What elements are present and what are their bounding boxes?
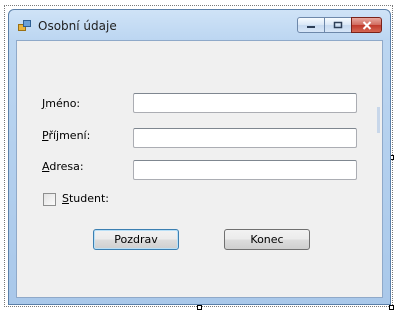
konec-button[interactable]: Konec	[224, 229, 310, 250]
label-student[interactable]: Student:	[62, 192, 109, 205]
caption-buttons	[297, 17, 382, 35]
minimize-icon	[307, 26, 315, 28]
form-icon	[18, 20, 31, 31]
label-jmeno: Jméno:	[42, 97, 80, 110]
pozdrav-button[interactable]: Pozdrav	[93, 229, 179, 250]
adresa-field[interactable]	[133, 160, 357, 180]
close-icon	[362, 20, 371, 30]
label-adresa: Adresa:	[42, 160, 84, 173]
resize-handle-corner[interactable]	[389, 305, 394, 310]
prijmeni-field[interactable]	[133, 128, 357, 148]
maximize-icon	[333, 21, 343, 29]
label-prijmeni: Příjmení:	[42, 129, 90, 142]
title-bar[interactable]: Osobní údaje	[9, 10, 390, 40]
label-prijmeni-text: říjmení:	[48, 129, 91, 142]
form-window: Osobní údaje Jméno: Příjmení: Adresa: St…	[8, 9, 391, 305]
close-button[interactable]	[351, 17, 382, 33]
label-student-text: tudent:	[68, 192, 110, 205]
label-jmeno-text: méno:	[45, 97, 81, 110]
frame-highlight	[377, 107, 380, 133]
label-adresa-text: dresa:	[49, 160, 84, 173]
jmeno-field[interactable]	[133, 93, 357, 113]
resize-handle-bottom[interactable]	[197, 305, 202, 310]
student-checkbox[interactable]	[43, 193, 56, 206]
minimize-button[interactable]	[297, 17, 325, 33]
maximize-button[interactable]	[324, 17, 352, 33]
label-student-accel: S	[62, 192, 69, 205]
window-title: Osobní údaje	[38, 19, 117, 33]
form-client-area: Jméno: Příjmení: Adresa: Student: Pozdra…	[16, 40, 383, 298]
